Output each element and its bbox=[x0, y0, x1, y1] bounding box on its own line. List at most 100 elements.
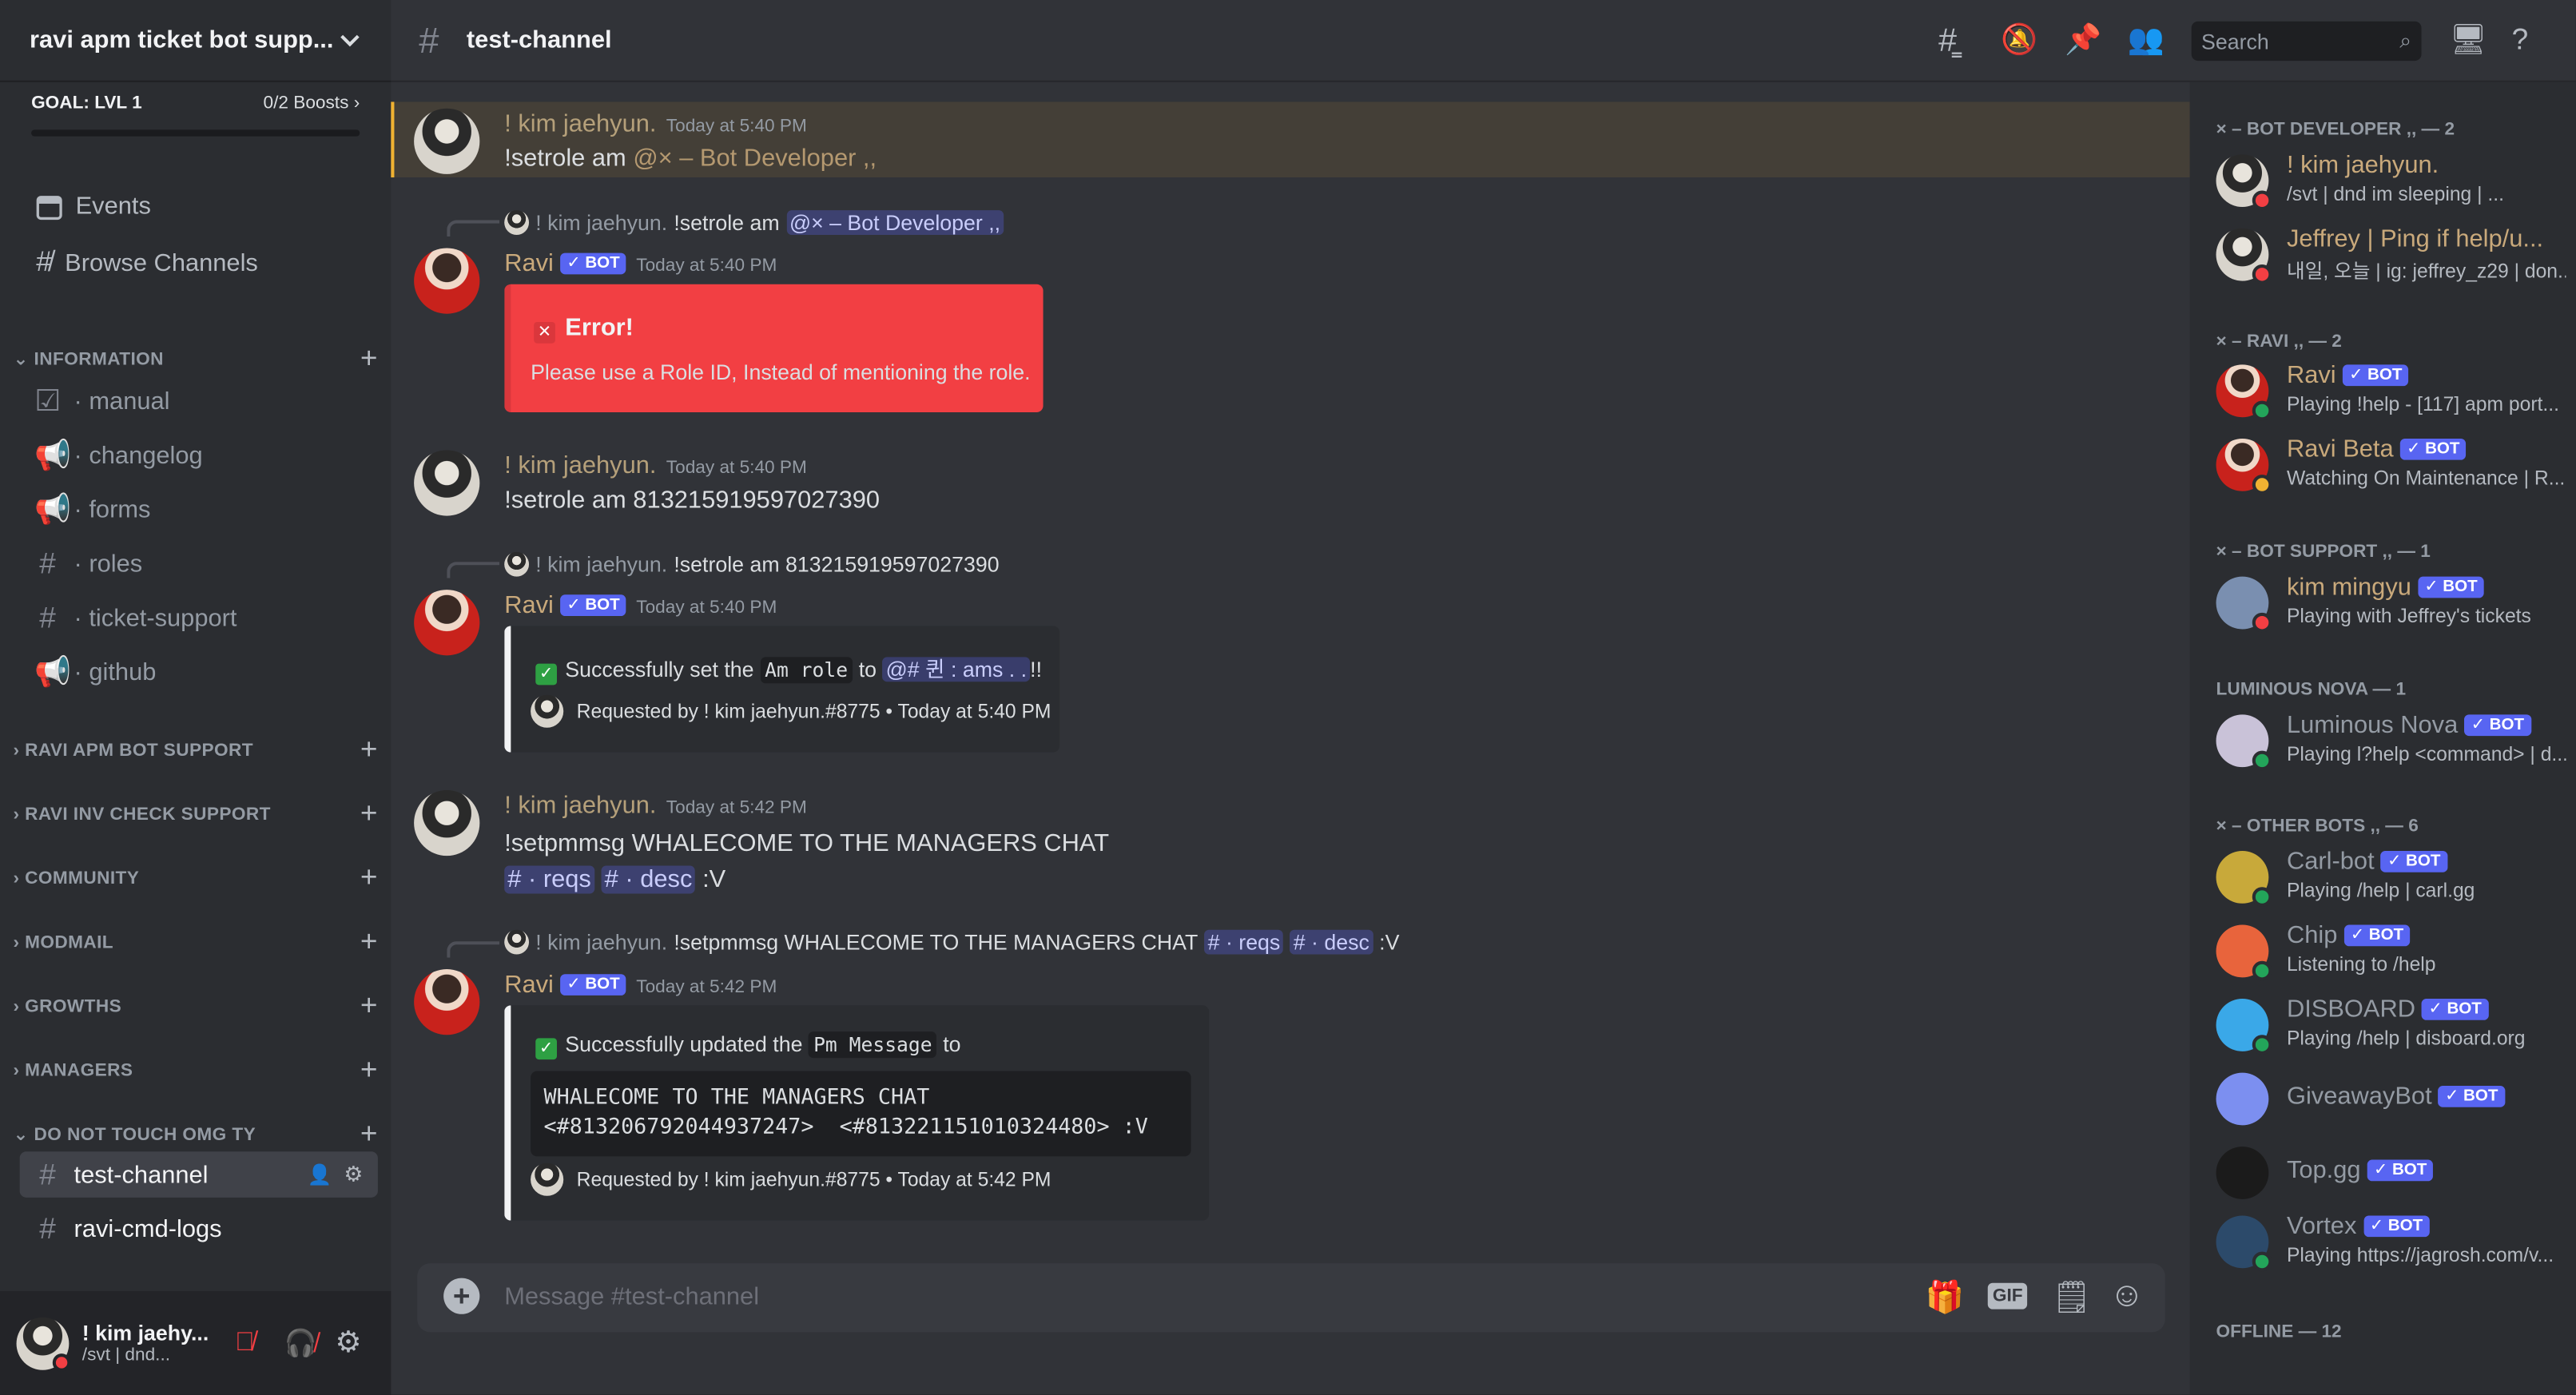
hash-icon: # bbox=[39, 546, 56, 579]
add-channel-icon[interactable]: + bbox=[360, 925, 378, 960]
member-item[interactable]: Jeffrey | Ping if help/u... 내일, 오늘 | ig: … bbox=[2216, 222, 2566, 288]
message-author[interactable]: ! kim jaehyun. bbox=[504, 110, 656, 138]
embed-description: ✓ Successfully updated the Pm Message to bbox=[535, 1031, 961, 1060]
member-item[interactable]: Top.gg ✓ BOT bbox=[2216, 1140, 2562, 1206]
add-channel-icon[interactable]: + bbox=[360, 1053, 378, 1087]
message-input[interactable]: Message #test-channel bbox=[504, 1283, 1819, 1311]
message-author[interactable]: Ravi bbox=[504, 591, 554, 619]
avatar bbox=[2216, 1072, 2269, 1126]
deafen-icon[interactable]: 🎧̸ bbox=[284, 1326, 317, 1359]
message-timestamp: Today at 5:40 PM bbox=[666, 458, 807, 479]
member-item[interactable]: DISBOARD ✓ BOT Playing /help | disboard.or… bbox=[2216, 992, 2562, 1058]
bot-badge: ✓ BOT bbox=[2422, 999, 2489, 1020]
browse-channels-label: Browse Channels bbox=[65, 248, 258, 277]
category-modmail[interactable]: › MODMAIL + bbox=[13, 925, 377, 960]
reply-preview[interactable]: ! kim jaehyun. !setrole am @× – Bot Develo… bbox=[504, 210, 1004, 236]
threads-icon[interactable]: #̳ bbox=[1938, 23, 1978, 62]
member-item[interactable]: Carl-bot ✓ BOT Playing /help | carl.gg bbox=[2216, 845, 2562, 910]
avatar[interactable] bbox=[16, 1316, 71, 1371]
avatar[interactable] bbox=[414, 450, 480, 516]
member-item[interactable]: Ravi ✓ BOT Playing !help - [117] apm port.… bbox=[2216, 358, 2562, 423]
category-growths[interactable]: › GROWTHS + bbox=[13, 989, 377, 1023]
search-input[interactable]: Search ⌕ bbox=[2191, 21, 2422, 62]
member-item[interactable]: Vortex ✓ BOT Playing https://jagrosh.com/v… bbox=[2216, 1209, 2562, 1274]
search-icon: ⌕ bbox=[2399, 27, 2412, 53]
add-channel-icon[interactable]: + bbox=[360, 860, 378, 895]
avatar bbox=[2216, 1147, 2269, 1199]
help-icon[interactable]: ? bbox=[2512, 23, 2551, 62]
member-item[interactable]: ! kim jaehyun./svt | dnd im sleeping | .… bbox=[2216, 148, 2562, 213]
avatar[interactable] bbox=[414, 108, 480, 174]
member-item[interactable]: GiveawayBot ✓ BOT bbox=[2216, 1066, 2562, 1131]
member-list-icon[interactable]: 👥 bbox=[2128, 23, 2167, 62]
channel-forms[interactable]: 📢 · forms bbox=[20, 487, 378, 533]
channel-sidebar: ravi apm ticket bot supp... GOAL: LVL 1 0… bbox=[0, 0, 392, 1395]
avatar[interactable] bbox=[414, 248, 480, 314]
message-author[interactable]: Ravi bbox=[504, 250, 554, 278]
server-header[interactable]: ravi apm ticket bot supp... bbox=[0, 0, 392, 82]
channel-github[interactable]: 📢 · github bbox=[20, 649, 378, 695]
events-nav[interactable]: Events bbox=[36, 193, 151, 221]
sticker-icon[interactable]: 🗒 bbox=[2052, 1278, 2092, 1318]
mute-icon[interactable]: 🎙̸ bbox=[235, 1328, 255, 1357]
channel-ticket-support[interactable]: # · ticket-support bbox=[20, 594, 378, 641]
category-community[interactable]: › COMMUNITY + bbox=[13, 860, 377, 895]
category-ravi-inv[interactable]: › RAVI INV CHECK SUPPORT + bbox=[13, 797, 377, 831]
channel-mention[interactable]: # · desc bbox=[601, 866, 696, 894]
channel-ravi-cmd-logs[interactable]: # ravi-cmd-logs bbox=[20, 1206, 378, 1252]
member-activity: 내일, 오늘 | ig: jeffrey_z29 | don... bbox=[2286, 259, 2566, 283]
member-name: ! kim jaehyun. bbox=[2286, 151, 2439, 180]
member-item[interactable]: kim mingyu ✓ BOT Playing with Jeffrey's ti… bbox=[2216, 570, 2562, 635]
add-channel-icon[interactable]: + bbox=[360, 1117, 378, 1151]
browse-channels-nav[interactable]: #̸ Browse Channels bbox=[36, 246, 258, 279]
category-managers[interactable]: › MANAGERS + bbox=[13, 1053, 377, 1087]
pin-icon[interactable]: 📌 bbox=[2065, 23, 2104, 62]
avatar[interactable] bbox=[414, 969, 480, 1035]
category-ravi-apm[interactable]: › RAVI APM BOT SUPPORT + bbox=[13, 733, 377, 767]
add-channel-icon[interactable]: + bbox=[360, 342, 378, 376]
channel-changelog[interactable]: 📢 · changelog bbox=[20, 432, 378, 479]
message-author[interactable]: Ravi bbox=[504, 971, 554, 999]
add-channel-icon[interactable]: + bbox=[360, 733, 378, 767]
gear-icon[interactable]: ⚙ bbox=[344, 1162, 363, 1188]
user-settings-gear-icon[interactable]: ⚙ bbox=[335, 1325, 361, 1360]
member-item[interactable]: Luminous Nova ✓ BOT Playing l?help <comman… bbox=[2216, 708, 2566, 773]
idle-status-icon bbox=[2252, 475, 2272, 495]
add-attachment-icon[interactable]: + bbox=[443, 1278, 480, 1314]
message-author[interactable]: ! kim jaehyun. bbox=[504, 792, 656, 820]
inbox-icon[interactable]: 🖥 bbox=[2449, 23, 2488, 62]
message-author[interactable]: ! kim jaehyun. bbox=[504, 451, 656, 479]
gift-icon[interactable]: 🎁 bbox=[1926, 1278, 1965, 1318]
channel-test-channel[interactable]: # test-channel 👤 ⚙ bbox=[19, 1151, 378, 1198]
notification-bell-muted-icon[interactable]: 🔕 bbox=[2001, 23, 2040, 62]
avatar[interactable] bbox=[414, 789, 480, 856]
gif-button[interactable]: GIF bbox=[1987, 1282, 2028, 1310]
role-mention[interactable]: @× – Bot Developer ,, bbox=[633, 145, 877, 173]
member-name: Ravi ✓ BOT bbox=[2287, 361, 2566, 389]
category-do-not-touch[interactable]: ⌄ DO NOT TOUCH OMG TY + bbox=[13, 1117, 377, 1151]
channel-manual[interactable]: ☑ · manual bbox=[20, 378, 378, 424]
bot-badge: ✓ BOT bbox=[2363, 1215, 2430, 1238]
channel-mention[interactable]: # · reqs bbox=[504, 866, 594, 894]
server-name: ravi apm ticket bot supp... bbox=[30, 26, 334, 54]
invite-icon[interactable]: 👤 bbox=[308, 1163, 332, 1186]
reply-connector bbox=[447, 220, 500, 237]
checkmark-icon: ✓ bbox=[535, 663, 557, 686]
reply-preview[interactable]: ! kim jaehyun. !setrole am 81321591959702… bbox=[504, 551, 1000, 577]
message-timestamp: Today at 5:40 PM bbox=[636, 598, 777, 618]
reply-preview[interactable]: ! kim jaehyun. !setpmmsg WHALECOME TO THE… bbox=[504, 929, 1399, 955]
emoji-icon[interactable]: ☺ bbox=[2109, 1277, 2145, 1316]
avatar[interactable] bbox=[414, 590, 480, 656]
member-name: Jeffrey | Ping if help/u... bbox=[2286, 225, 2544, 253]
discord-window: ravi apm ticket bot supp... GOAL: LVL 1 0… bbox=[0, 0, 2576, 1395]
add-channel-icon[interactable]: + bbox=[360, 797, 378, 831]
member-item[interactable]: Ravi Beta ✓ BOT Watching On Maintenance | … bbox=[2216, 432, 2565, 498]
channel-roles[interactable]: # · roles bbox=[20, 540, 378, 586]
bot-badge: ✓ BOT bbox=[560, 252, 626, 275]
boost-goal[interactable]: GOAL: LVL 1 0/2 Boosts › bbox=[31, 93, 360, 137]
role-mention[interactable]: @# 퀸 : ams . . bbox=[882, 657, 1031, 682]
category-information[interactable]: ⌄ INFORMATION + bbox=[13, 342, 377, 376]
bot-badge: ✓ BOT bbox=[2464, 714, 2531, 737]
member-item[interactable]: Chip ✓ BOT Listening to /help bbox=[2216, 918, 2562, 984]
add-channel-icon[interactable]: + bbox=[360, 989, 378, 1023]
